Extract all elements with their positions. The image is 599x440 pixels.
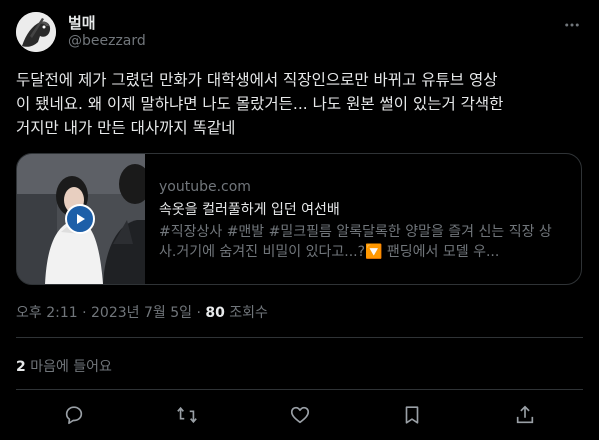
- tweet-header: 벌매 @beezzard: [16, 10, 583, 54]
- card-title: 속옷을 컬러풀하게 입던 여선배: [159, 202, 340, 218]
- view-label: 조회수: [229, 305, 268, 321]
- tweet-meta: 오후 2:11 · 2023년 7월 5일 · 80 조회수: [16, 302, 268, 322]
- author-name[interactable]: 벌매: [68, 12, 96, 33]
- link-card[interactable]: youtube.com 속옷을 컬러풀하게 입던 여선배 #직장상사 #맨발 #…: [16, 153, 582, 285]
- card-meta: youtube.com 속옷을 컬러풀하게 입던 여선배 #직장상사 #맨발 #…: [159, 178, 569, 262]
- play-button[interactable]: [65, 204, 95, 234]
- divider: [16, 389, 583, 390]
- view-count: 80: [205, 305, 225, 321]
- like-count: 2: [16, 359, 26, 375]
- tweet-time[interactable]: 오후 2:11: [16, 305, 78, 321]
- more-horizontal-icon: [565, 23, 579, 27]
- card-thumbnail[interactable]: [17, 154, 145, 284]
- bookmark-button[interactable]: [400, 403, 424, 427]
- share-icon: [516, 405, 534, 424]
- likes-row[interactable]: 2 마음에 들어요: [16, 356, 112, 376]
- meta-separator: ·: [82, 305, 92, 321]
- card-description: #직장상사 #맨발 #밀크필름 알록달록한 양말을 즐겨 신는 직장 상사.거기…: [159, 224, 552, 260]
- share-button[interactable]: [513, 403, 537, 427]
- tweet-text: 두달전에 제가 그렸던 만화가 대학생에서 직장인으로만 바뀌고 유튜브 영상 …: [16, 71, 504, 137]
- bookmark-icon: [405, 406, 419, 424]
- retweet-icon: [176, 406, 197, 424]
- tweet-date[interactable]: 2023년 7월 5일: [91, 305, 192, 321]
- card-domain: youtube.com: [159, 179, 251, 195]
- like-label: 마음에 들어요: [30, 359, 112, 375]
- author-handle[interactable]: @beezzard: [68, 33, 146, 49]
- retweet-button[interactable]: [175, 403, 199, 427]
- more-options-button[interactable]: [561, 14, 583, 36]
- reply-button[interactable]: [62, 403, 86, 427]
- avatar[interactable]: [16, 12, 56, 52]
- action-bar: [16, 400, 583, 430]
- divider: [16, 337, 583, 338]
- play-icon: [77, 214, 85, 224]
- heart-icon: [290, 406, 309, 424]
- like-button[interactable]: [288, 403, 312, 427]
- reply-icon: [65, 406, 83, 425]
